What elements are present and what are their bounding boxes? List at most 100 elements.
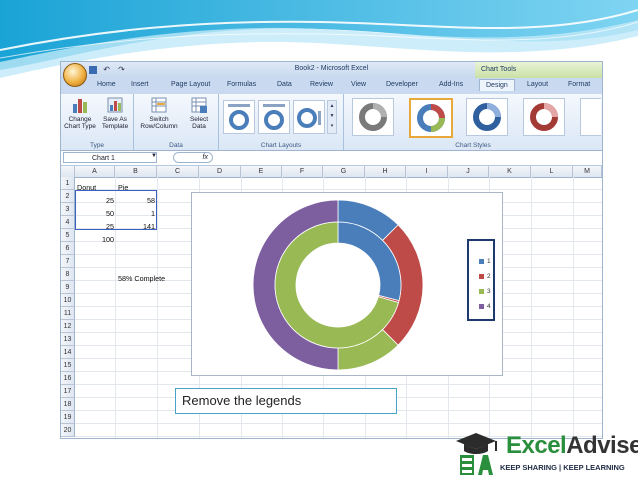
legend-swatch (479, 273, 484, 279)
legend-swatch (479, 303, 484, 309)
donut-style-color-icon (417, 104, 445, 132)
tab-developer[interactable]: Developer (386, 81, 418, 88)
column-header[interactable]: F (282, 166, 323, 177)
tab-page-layout[interactable]: Page Layout (171, 81, 210, 88)
chart-layout-1[interactable] (223, 100, 255, 134)
chart-style-3[interactable] (466, 98, 508, 136)
row-gridline (75, 423, 602, 424)
column-headers: A B C D E F G H I J K L M (61, 166, 602, 178)
ribbon-tabs: Home Insert Page Layout Formulas Data Re… (61, 78, 602, 94)
column-header[interactable]: B (115, 166, 157, 177)
row-gridline (75, 384, 602, 385)
chart-tools-label: Chart Tools (475, 62, 602, 78)
row-header[interactable]: 6 (61, 242, 75, 255)
chart-layout-2[interactable] (258, 100, 290, 134)
chart-style-4[interactable] (523, 98, 565, 136)
fx-button[interactable]: fx (173, 152, 213, 163)
tab-formulas[interactable]: Formulas (227, 81, 256, 88)
row-header[interactable]: 16 (61, 372, 75, 385)
graduation-cap-icon (456, 433, 497, 475)
tab-insert[interactable]: Insert (131, 81, 149, 88)
chart-layouts-group: ▲ ▼ ▾ Chart Layouts (219, 94, 344, 150)
legend-entry[interactable]: 3 (479, 287, 491, 297)
row-header[interactable]: 15 (61, 359, 75, 372)
tab-layout[interactable]: Layout (527, 81, 548, 88)
switch-rows-icon (151, 97, 167, 113)
column-gridline (531, 177, 532, 438)
chart-style-5-partial[interactable] (580, 98, 601, 136)
chart-layout-3[interactable] (293, 100, 325, 134)
chart-area[interactable]: 1 2 3 4 (191, 192, 503, 376)
title-bar: ↶ ↷ Book2 - Microsoft Excel Chart Tools (61, 62, 602, 78)
tab-format[interactable]: Format (568, 81, 590, 88)
select-all-corner[interactable] (61, 166, 75, 177)
data-group-label: Data (169, 142, 183, 149)
row-header[interactable]: 13 (61, 333, 75, 346)
cell-b8[interactable]: 58% Complete (118, 272, 198, 285)
tab-home[interactable]: Home (97, 81, 116, 88)
switch-row-column-button[interactable]: Switch Row/Column (138, 96, 180, 130)
donut-layout-icon (297, 108, 321, 128)
name-box[interactable]: Chart 1 (63, 152, 157, 163)
row-header[interactable]: 20 (61, 424, 75, 437)
column-header[interactable]: G (323, 166, 365, 177)
column-header[interactable]: A (75, 166, 115, 177)
donut-layout-icon (228, 104, 250, 130)
office-button[interactable] (63, 63, 87, 87)
type-group-label: Type (89, 142, 105, 149)
cell-a5[interactable]: 100 (77, 233, 114, 246)
name-box-dropdown-icon[interactable]: ▼ (151, 153, 157, 159)
chart-style-2[interactable] (409, 98, 453, 138)
legend-swatch (479, 258, 484, 264)
tab-review[interactable]: Review (310, 81, 333, 88)
chart-styles-group: Chart Styles (344, 94, 602, 150)
row-header[interactable]: 3 (61, 203, 75, 216)
doughnut-chart[interactable] (192, 193, 504, 377)
column-header[interactable]: E (241, 166, 282, 177)
row-header[interactable]: 10 (61, 294, 75, 307)
column-header[interactable]: D (199, 166, 241, 177)
row-header[interactable]: 9 (61, 281, 75, 294)
chart-layouts-label: Chart Layouts (260, 142, 302, 149)
select-data-icon (191, 97, 207, 113)
row-header[interactable]: 19 (61, 411, 75, 424)
tab-add-ins[interactable]: Add-Ins (439, 81, 463, 88)
row-header[interactable]: 12 (61, 320, 75, 333)
change-chart-type-button[interactable]: Change Chart Type (63, 96, 97, 130)
column-header[interactable]: L (531, 166, 573, 177)
column-header[interactable]: J (448, 166, 489, 177)
row-header[interactable]: 8 (61, 268, 75, 281)
data-range-highlight (75, 190, 157, 230)
tab-design[interactable]: Design (479, 79, 515, 91)
row-header[interactable]: 18 (61, 398, 75, 411)
column-header[interactable]: K (489, 166, 531, 177)
layouts-scroll[interactable]: ▲ ▼ ▾ (327, 100, 337, 134)
save-as-template-button[interactable]: Save As Template (99, 96, 131, 130)
row-header[interactable]: 14 (61, 346, 75, 359)
legend-entry[interactable]: 1 (479, 257, 491, 267)
instruction-caption: Remove the legends (175, 388, 397, 414)
legend-entry[interactable]: 2 (479, 272, 491, 282)
column-header[interactable]: I (406, 166, 448, 177)
tab-data[interactable]: Data (277, 81, 292, 88)
donut-style-gray-icon (359, 103, 387, 131)
chart-legend[interactable]: 1 2 3 4 (467, 239, 495, 321)
column-gridline (157, 177, 158, 438)
row-header[interactable]: 1 (61, 177, 75, 190)
column-header[interactable]: M (573, 166, 602, 177)
row-header[interactable]: 17 (61, 385, 75, 398)
column-header[interactable]: H (365, 166, 406, 177)
tab-view[interactable]: View (351, 81, 366, 88)
row-header[interactable]: 11 (61, 307, 75, 320)
row-header[interactable]: 4 (61, 216, 75, 229)
row-header[interactable]: 7 (61, 255, 75, 268)
template-icon (107, 97, 123, 113)
chart-style-1[interactable] (352, 98, 394, 136)
select-data-button[interactable]: Select Data (184, 96, 214, 130)
row-header[interactable]: 5 (61, 229, 75, 242)
row-header[interactable]: 2 (61, 190, 75, 203)
legend-entry[interactable]: 4 (479, 302, 491, 312)
column-header[interactable]: C (157, 166, 199, 177)
ribbon: Change Chart Type Save As Template Type … (61, 94, 602, 151)
brand-name: ExcelAdvise (506, 432, 638, 459)
